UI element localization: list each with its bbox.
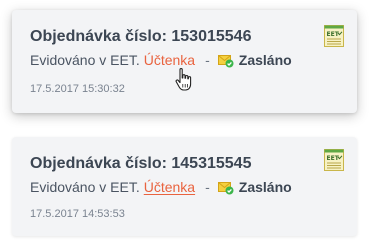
order-timestamp: 17.5.2017 14:53:53 [30,208,125,220]
order-title: Objednávka číslo: 145315545 [30,155,252,172]
receipt-link[interactable]: Účtenka [144,179,195,195]
receipt-link[interactable]: Účtenka [144,52,195,68]
separator: - [205,179,210,195]
envelope-check-icon [217,54,234,68]
order-list: Objednávka číslo: 153015546 Evidováno v … [0,0,370,251]
eet-registered-text: Evidováno v EET. [30,52,140,68]
order-card[interactable]: Objednávka číslo: 145315545 Evidováno v … [12,137,357,236]
order-card[interactable]: Objednávka číslo: 153015546 Evidováno v … [12,10,357,113]
svg-text:EET: EET [327,31,340,38]
envelope-check-icon [217,181,234,195]
separator: - [205,52,210,68]
eet-registered-text: Evidováno v EET. [30,179,140,195]
eet-receipt-icon: EET [324,25,344,47]
order-status: Zasláno [238,52,292,68]
order-status: Zasláno [238,179,292,195]
hand-pointer-icon [174,67,196,93]
order-status-line: Evidováno v EET. Účtenka - Zasláno [30,52,292,68]
order-status-line: Evidováno v EET. Účtenka - Zasláno [30,179,292,195]
order-title: Objednávka číslo: 153015546 [30,28,252,45]
eet-receipt-icon: EET [324,149,344,171]
order-timestamp: 17.5.2017 15:30:32 [30,83,125,95]
svg-text:EET: EET [327,155,340,162]
